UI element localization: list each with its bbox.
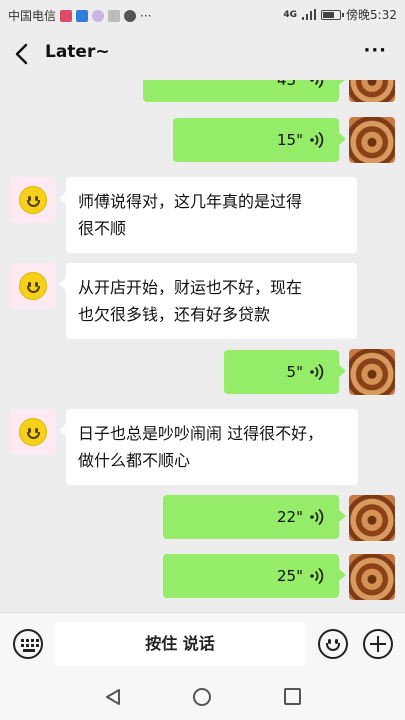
nav-back-icon[interactable]	[104, 688, 122, 706]
emoji-icon[interactable]	[318, 629, 348, 659]
self-avatar[interactable]	[349, 117, 395, 163]
message-line: 做什么都不顺心	[78, 451, 191, 470]
more-options-icon[interactable]: ···	[363, 40, 387, 61]
voice-duration: 22"	[277, 508, 303, 526]
smiley-icon	[19, 186, 47, 214]
self-avatar[interactable]	[349, 495, 395, 541]
voice-duration: 15"	[277, 131, 303, 149]
keyboard-icon[interactable]	[13, 629, 43, 659]
text-message[interactable]: 日子也总是吵吵闹闹 过得很不好， 做什么都不顺心	[59, 409, 358, 485]
more-notifications-icon: ···	[140, 8, 152, 23]
voice-duration: 43"	[277, 80, 303, 89]
clock: 傍晚5:32	[346, 8, 397, 22]
system-nav-bar	[0, 674, 405, 720]
message-list[interactable]: 43" 15" 师傅说得对，这几年真的是过得 很不顺 从开店开始，财运也不好，现…	[0, 80, 405, 612]
voice-wave-icon	[310, 131, 324, 149]
signal-icon	[302, 9, 317, 20]
voice-message[interactable]: 43"	[143, 80, 346, 102]
hold-to-talk-button[interactable]: 按住 说话	[55, 622, 305, 666]
plus-icon[interactable]	[363, 629, 393, 659]
contact-avatar[interactable]	[10, 177, 56, 223]
image-notification-icon	[108, 9, 121, 22]
message-line: 师傅说得对，这几年真的是过得	[78, 192, 303, 211]
voice-message[interactable]: 25"	[163, 554, 346, 598]
smiley-icon	[19, 272, 47, 300]
chat-header: Later~ ···	[0, 28, 405, 80]
voice-duration: 5"	[286, 363, 303, 381]
voice-message[interactable]: 5"	[224, 350, 346, 394]
voice-wave-icon	[310, 508, 324, 526]
nav-recent-apps-icon[interactable]	[284, 688, 301, 705]
smiley-icon	[19, 418, 47, 446]
input-bar: 按住 说话	[0, 612, 405, 674]
battery-icon	[321, 9, 345, 20]
message-line: 很不顺	[78, 219, 127, 238]
self-avatar[interactable]	[349, 349, 395, 395]
text-message[interactable]: 师傅说得对，这几年真的是过得 很不顺	[59, 177, 357, 253]
voice-wave-icon	[310, 80, 324, 89]
browser-notification-icon	[92, 9, 105, 22]
message-line: 日子也总是吵吵闹闹 过得很不好，	[78, 424, 324, 443]
message-line: 从开店开始，财运也不好，现在	[78, 278, 303, 297]
status-right: 4G 傍晚5:32	[283, 6, 397, 23]
battery-level	[323, 11, 334, 18]
app-notification-icon	[76, 9, 89, 22]
message-notification-icon	[124, 9, 137, 22]
self-avatar[interactable]	[349, 554, 395, 600]
nav-home-icon[interactable]	[193, 688, 211, 706]
message-line: 也欠很多钱，还有好多贷款	[78, 305, 271, 324]
voice-message[interactable]: 15"	[173, 118, 346, 162]
chat-title: Later~	[45, 42, 110, 62]
voice-wave-icon	[310, 567, 324, 585]
health-icon	[60, 9, 73, 22]
chevron-left-icon[interactable]	[12, 42, 34, 66]
contact-avatar[interactable]	[10, 409, 56, 455]
self-avatar[interactable]	[349, 80, 395, 102]
text-message[interactable]: 从开店开始，财运也不好，现在 也欠很多钱，还有好多贷款	[59, 263, 357, 339]
voice-message[interactable]: 22"	[163, 495, 346, 539]
voice-duration: 25"	[277, 567, 303, 585]
contact-avatar[interactable]	[10, 263, 56, 309]
carrier-name: 中国电信	[8, 9, 57, 23]
status-bar: 中国电信 ··· 4G 傍晚5:32	[0, 0, 405, 28]
network-type: 4G	[283, 9, 298, 20]
carrier-group: 中国电信 ···	[8, 7, 151, 24]
voice-wave-icon	[310, 363, 324, 381]
